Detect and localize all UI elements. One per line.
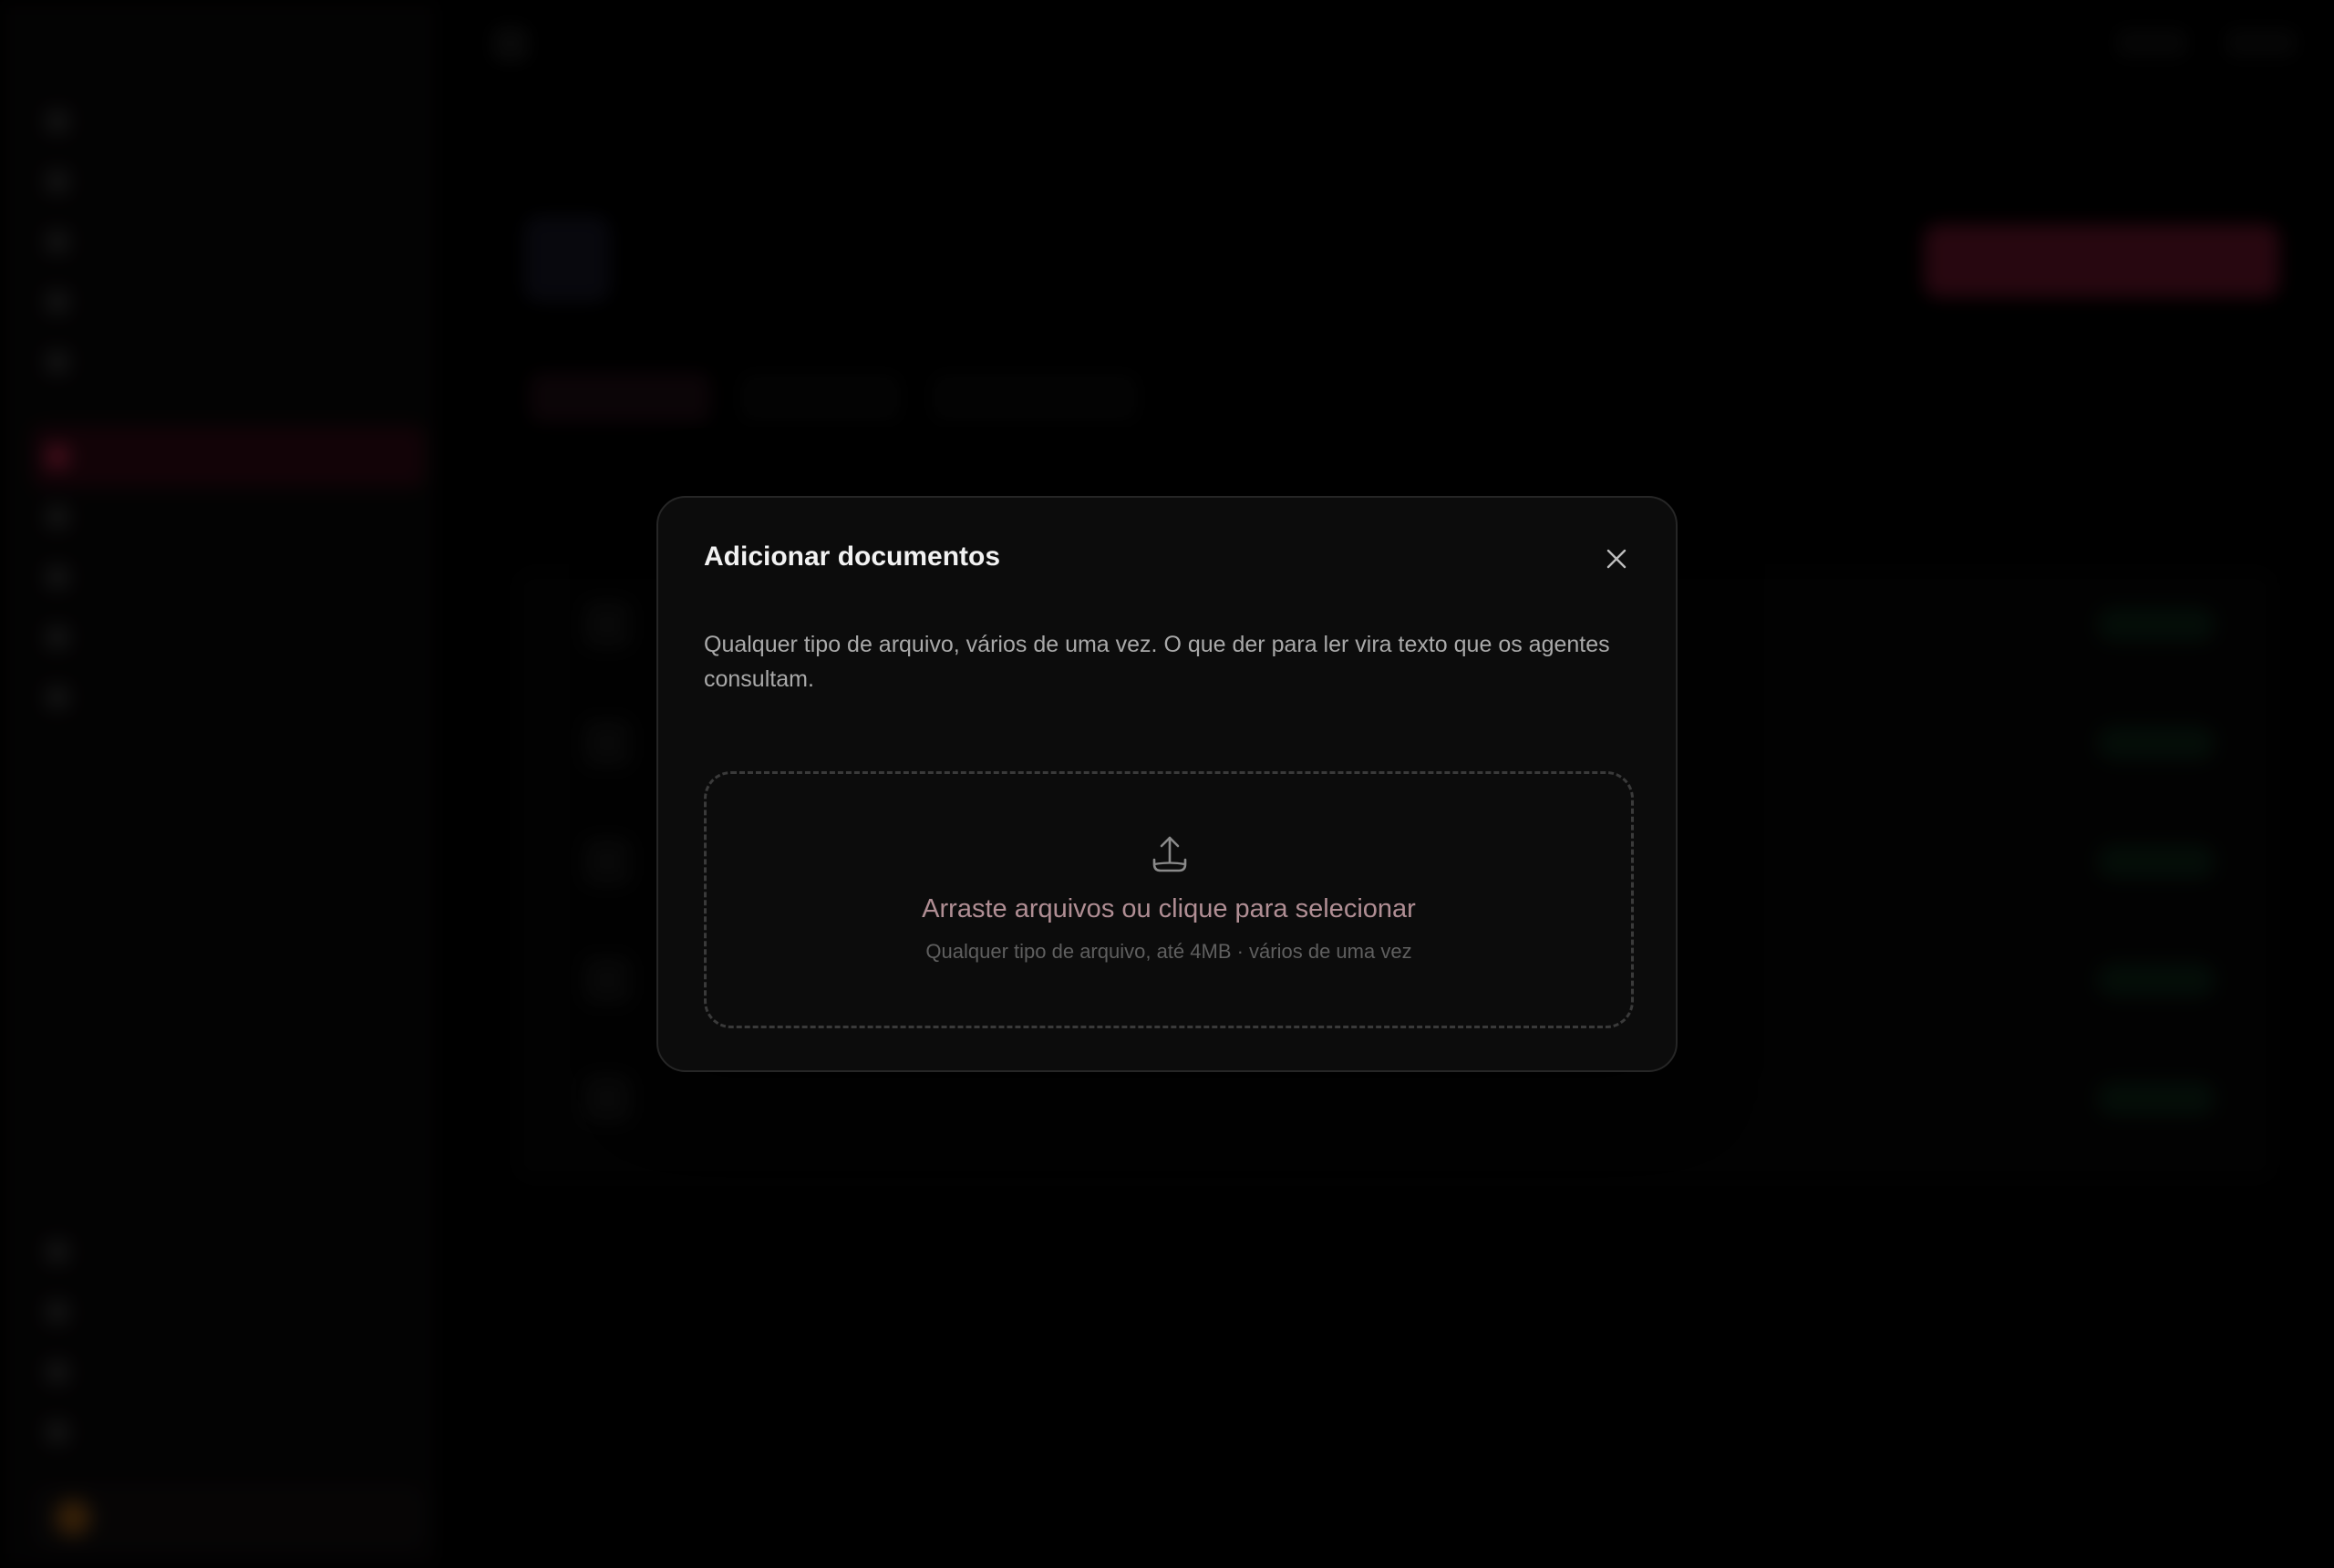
upload-icon <box>1152 836 1187 872</box>
dropzone-secondary-text: Qualquer tipo de arquivo, até 4MB · vári… <box>925 940 1412 963</box>
add-documents-modal: Adicionar documentos Qualquer tipo de ar… <box>656 496 1678 1072</box>
dropzone-primary-text: Arraste arquivos ou clique para selecion… <box>922 894 1416 923</box>
close-button[interactable] <box>1603 545 1630 573</box>
close-icon <box>1606 549 1627 569</box>
app-root: Adicionar documentos Qualquer tipo de ar… <box>0 0 2334 1568</box>
modal-title: Adicionar documentos <box>704 542 1001 572</box>
modal-description: Qualquer tipo de arquivo, vários de uma … <box>704 632 1610 692</box>
file-dropzone[interactable]: Arraste arquivos ou clique para selecion… <box>704 771 1634 1028</box>
